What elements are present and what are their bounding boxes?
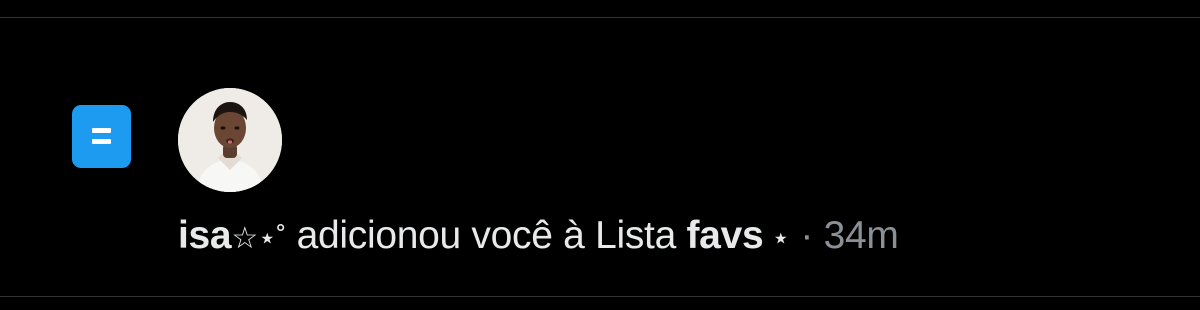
- action-text: adicionou você à Lista: [286, 214, 687, 257]
- timestamp: 34m: [823, 214, 899, 257]
- user-name-decoration: ☆⋆˚: [231, 222, 287, 255]
- list-added-notification[interactable]: isa☆⋆˚ adicionou você à Lista favs ⋆ · 3…: [0, 18, 1200, 296]
- list-icon-bar: [92, 128, 111, 133]
- list-name[interactable]: favs: [687, 214, 764, 257]
- notification-message: isa☆⋆˚ adicionou você à Lista favs ⋆ · 3…: [178, 211, 899, 261]
- avatar-image: [178, 88, 282, 192]
- user-avatar[interactable]: [178, 88, 282, 192]
- separator-dot: ·: [789, 214, 824, 257]
- user-name[interactable]: isa: [178, 214, 232, 257]
- list-name-decoration: ⋆: [763, 222, 790, 255]
- list-icon: [72, 105, 131, 168]
- bottom-divider: [0, 296, 1200, 297]
- list-icon-bar: [92, 139, 111, 144]
